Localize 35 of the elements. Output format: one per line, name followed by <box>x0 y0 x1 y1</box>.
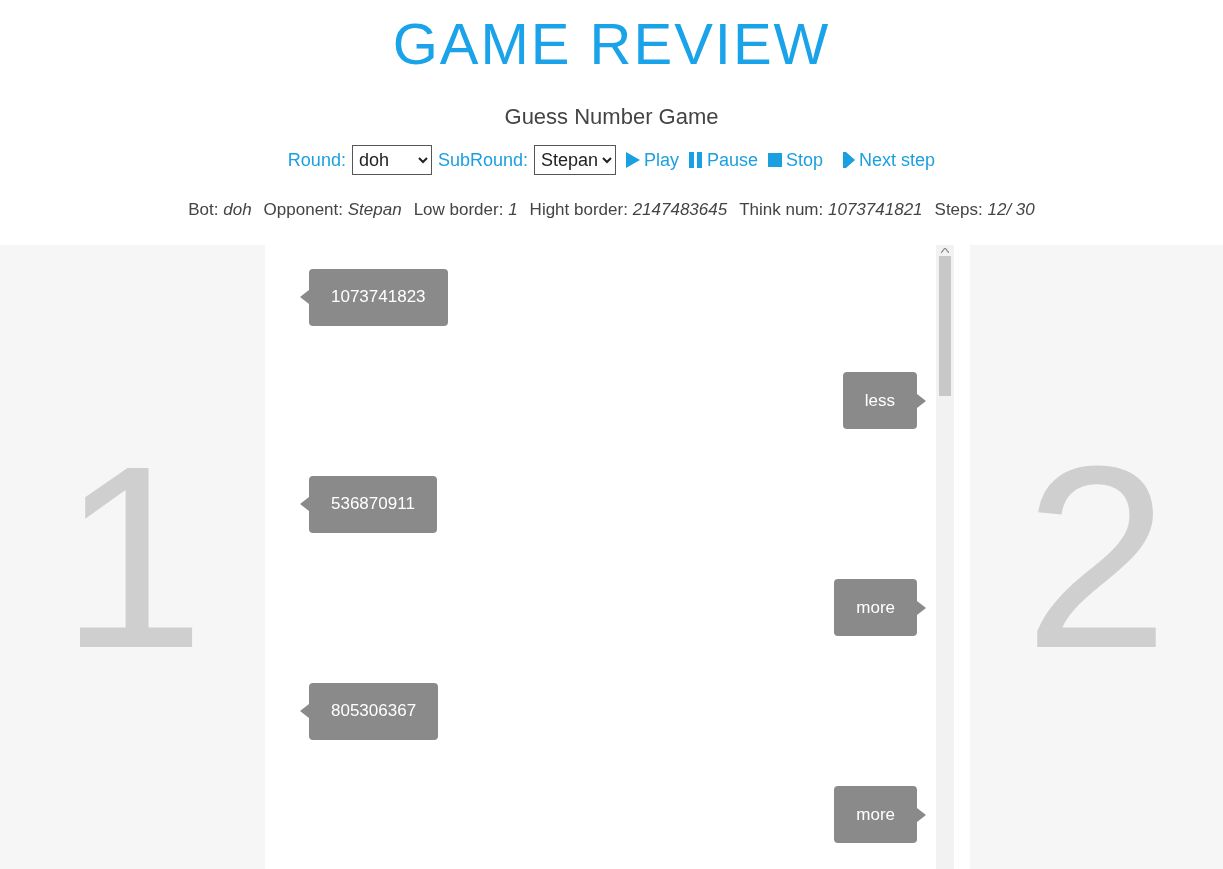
scrollbar-thumb[interactable] <box>939 255 951 396</box>
pause-icon <box>689 152 703 168</box>
subround-select[interactable]: Stepan <box>534 145 616 175</box>
message-bubble: 805306367 <box>309 682 439 740</box>
bubble-tail-icon <box>917 807 926 822</box>
message-bubble: more <box>834 579 917 636</box>
subround-label: SubRound: <box>437 148 528 172</box>
info-field: Low border: 1 <box>413 197 518 223</box>
bubble-tail-icon <box>917 393 926 408</box>
next-step-icon <box>843 152 856 168</box>
scrollbar[interactable] <box>936 244 954 869</box>
info-field: Steps: 12/ 30 <box>934 197 1035 223</box>
bubble-tail-icon <box>300 290 309 304</box>
bubble-tail-icon <box>917 600 926 615</box>
game-subtitle: Guess Number Game <box>504 103 719 131</box>
round-label: Round: <box>287 148 346 172</box>
scroll-up-icon[interactable] <box>941 247 949 253</box>
play-button[interactable]: Play <box>626 146 679 174</box>
pause-button[interactable]: Pause <box>689 146 759 174</box>
bubble-tail-icon <box>300 497 309 511</box>
message-bubble: 1073741823 <box>309 268 448 326</box>
message-bubble: less <box>842 372 917 429</box>
info-field: Hight border: 2147483645 <box>529 197 728 223</box>
play-icon <box>626 152 640 168</box>
round-select[interactable]: doh <box>351 145 432 175</box>
next-button[interactable]: Next step <box>843 146 936 174</box>
page-title: GAME REVIEW <box>392 10 831 78</box>
stop-icon <box>768 152 783 168</box>
stop-button[interactable]: Stop <box>768 146 824 174</box>
info-field: Think num: 1073741821 <box>739 197 923 223</box>
info-field: Bot: doh <box>188 197 252 223</box>
message-bubble: more <box>834 786 917 843</box>
bubble-tail-icon <box>300 704 309 718</box>
info-field: Opponent: Stepan <box>263 197 402 223</box>
message-bubble: 536870911 <box>309 475 437 533</box>
